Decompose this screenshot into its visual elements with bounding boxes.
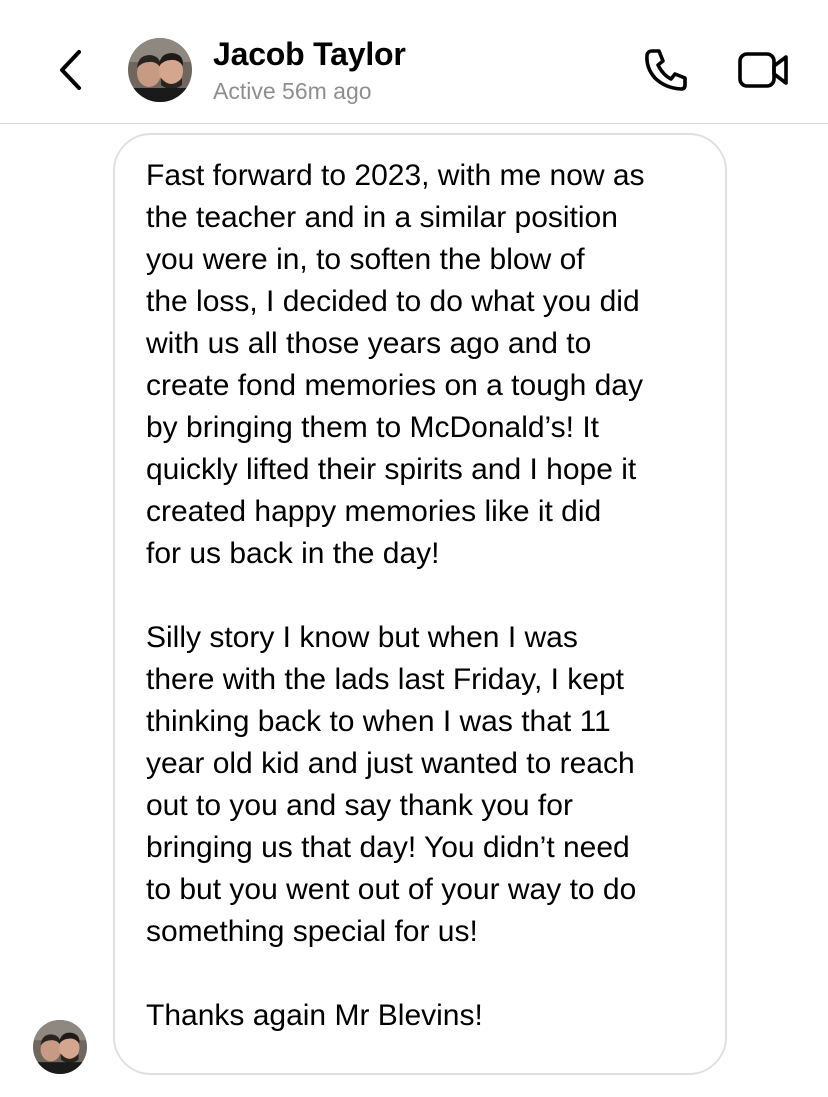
back-button[interactable]: [50, 44, 90, 96]
sender-avatar[interactable]: [33, 1020, 87, 1074]
contact-avatar[interactable]: [128, 38, 192, 102]
active-status: Active 56m ago: [213, 78, 372, 104]
chevron-left-icon: [60, 50, 81, 90]
chat-header: Jacob Taylor Active 56m ago: [0, 0, 828, 124]
contact-name[interactable]: Jacob Taylor: [213, 36, 406, 73]
message-paragraph: Thanks again Mr Blevins!: [146, 999, 483, 1032]
message-paragraph: Silly story I know but when I was there …: [146, 621, 637, 948]
audio-call-button[interactable]: [638, 44, 692, 96]
message-bubble[interactable]: Fast forward to 2023, with me now as the…: [113, 133, 727, 1075]
video-camera-icon: [738, 52, 788, 88]
video-call-button[interactable]: [734, 44, 792, 96]
phone-icon: [645, 49, 687, 91]
message-paragraph: Fast forward to 2023, with me now as the…: [146, 159, 645, 570]
